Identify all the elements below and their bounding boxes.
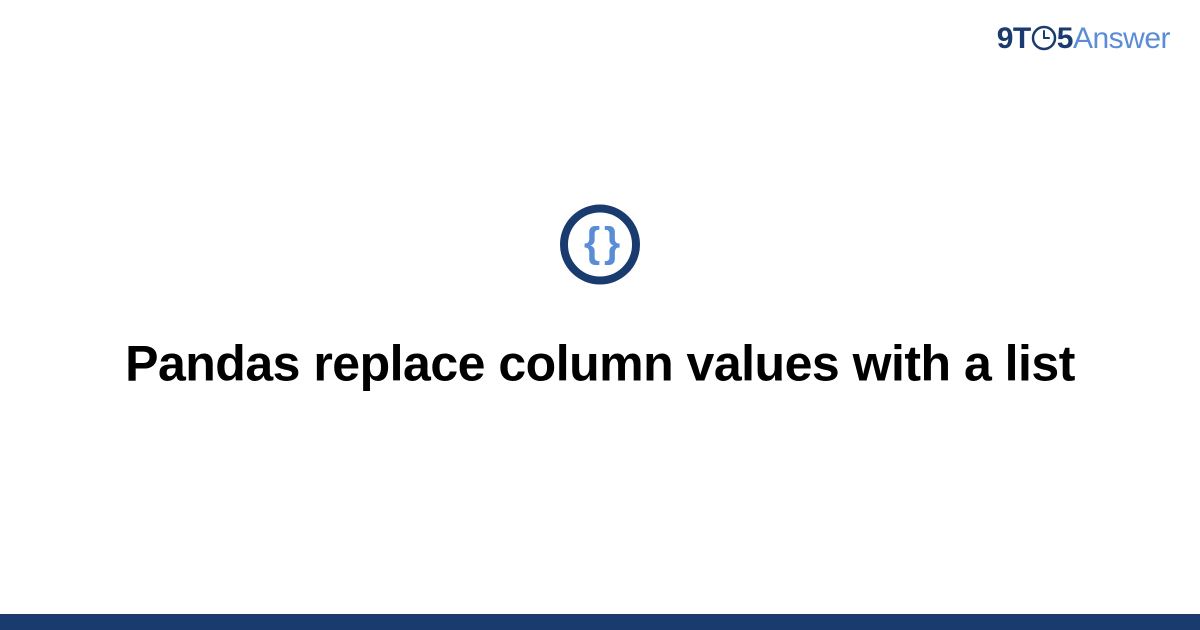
brand-text-5: 5 [1057, 22, 1073, 55]
page-title: Pandas replace column values with a list [0, 333, 1200, 396]
brand-logo: 9T 5Answer [997, 22, 1170, 56]
code-braces-icon: { } [560, 205, 640, 285]
footer-bar [0, 614, 1200, 630]
clock-icon [1031, 25, 1057, 51]
main-content: { } Pandas replace column values with a … [0, 205, 1200, 396]
brand-text-answer: Answer [1073, 22, 1170, 55]
brand-text-9t: 9T [997, 22, 1031, 55]
braces-glyph: { } [584, 222, 616, 264]
